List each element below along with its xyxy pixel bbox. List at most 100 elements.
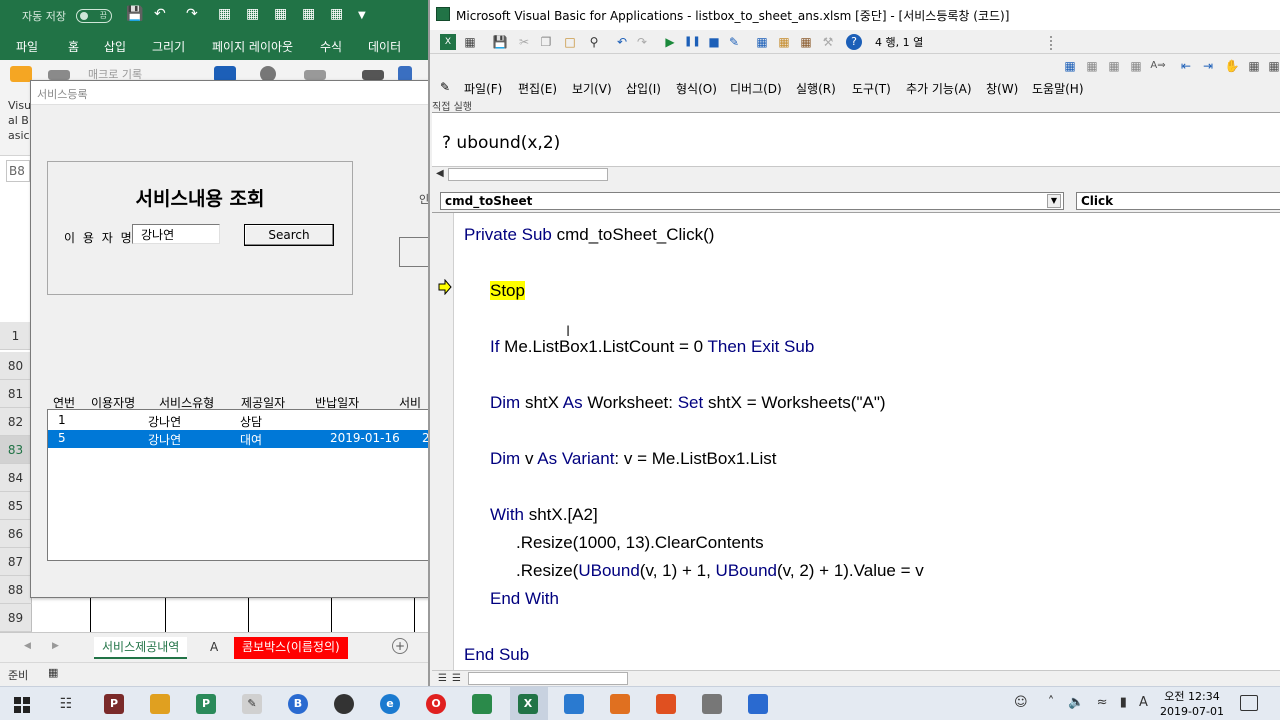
row-header[interactable]: 85	[0, 492, 32, 520]
immediate-scrollbar[interactable]: ◀	[432, 166, 1280, 182]
row-header[interactable]: 82	[0, 408, 32, 436]
app-icon-9[interactable]	[472, 694, 492, 714]
notification-icon[interactable]	[1240, 695, 1258, 711]
obs-icon[interactable]	[334, 694, 354, 714]
cut-icon[interactable]: ✂	[516, 34, 532, 50]
listbox[interactable]: 1 강나연 상담 5 강나연 대여 2019-01-16 2	[47, 409, 431, 561]
menu-debug[interactable]: 디버그(D)	[730, 80, 782, 97]
list-item-selected[interactable]: 5 강나연 대여 2019-01-16 2	[48, 430, 431, 448]
chevron-down-icon[interactable]: ▼	[1047, 194, 1061, 208]
project-explorer-icon[interactable]: ▦	[754, 34, 770, 50]
menu-insert[interactable]: 삽입(I)	[626, 80, 661, 97]
sheet-tab-a[interactable]: A	[202, 637, 226, 659]
break-icon[interactable]: ❚❚	[684, 34, 701, 50]
grid-icon[interactable]: ▦	[274, 6, 287, 22]
code-window[interactable]: Private Sub cmd_toSheet_Click() Stop If …	[432, 212, 1280, 670]
run-icon[interactable]: ▶	[662, 34, 678, 50]
object-browser-icon[interactable]: ▦	[798, 34, 814, 50]
ime-indicator[interactable]: A	[1139, 695, 1148, 710]
volume-icon[interactable]: 🔈	[1068, 695, 1084, 710]
vscode-icon[interactable]	[748, 694, 768, 714]
sheet-tab-combobox[interactable]: 콤보박스(이름정의)	[234, 637, 348, 659]
wifi-icon[interactable]: ≈	[1097, 695, 1108, 710]
undo-icon[interactable]: ↶	[154, 6, 166, 22]
row-header[interactable]: 1	[0, 322, 32, 350]
menu-tools[interactable]: 도구(T)	[852, 80, 891, 97]
code-line-current[interactable]: Stop	[490, 281, 525, 301]
indent-icon[interactable]: ⇤	[1178, 58, 1194, 74]
app-icon-14[interactable]	[702, 694, 722, 714]
menu-file[interactable]: 파일(F)	[464, 80, 502, 97]
user-name-input[interactable]	[132, 224, 220, 244]
menu-edit[interactable]: 편집(E)	[518, 80, 557, 97]
save-icon[interactable]: 💾	[492, 34, 508, 50]
menu-window[interactable]: 창(W)	[986, 80, 1018, 97]
sheet-tab-service[interactable]: 서비스제공내역	[94, 637, 188, 659]
reset-icon[interactable]: ■	[706, 34, 722, 50]
list-properties-icon[interactable]: ▦	[1062, 58, 1078, 74]
task-view-icon[interactable]: ☷	[56, 694, 76, 714]
row-header[interactable]: 88	[0, 576, 32, 604]
table-icon[interactable]: ▦	[246, 6, 259, 22]
ribbon-tab-formulas[interactable]: 수식	[320, 38, 342, 55]
vba-doc-icon[interactable]: ✎	[440, 80, 450, 94]
row-header[interactable]: 89	[0, 604, 32, 632]
add-sheet-icon[interactable]: +	[392, 638, 408, 654]
full-module-view-icon[interactable]: ☰	[452, 673, 461, 684]
list-constants-icon[interactable]: ▦	[1084, 58, 1100, 74]
row-header[interactable]: 86	[0, 520, 32, 548]
code-window-scrollbar[interactable]: ☰ ☰	[432, 670, 1280, 686]
partial-button-2[interactable]	[399, 237, 431, 267]
row-header[interactable]: 87	[0, 548, 32, 576]
help-icon[interactable]: ?	[846, 34, 862, 50]
redo-icon[interactable]: ↷	[186, 6, 198, 22]
battery-icon[interactable]: ▮	[1120, 695, 1127, 710]
partial-button-1[interactable]: 인	[391, 189, 431, 211]
design-mode-icon[interactable]: ✎	[726, 34, 742, 50]
paste-icon[interactable]: □	[562, 34, 578, 50]
app-icon-1[interactable]: P	[104, 694, 124, 714]
object-dropdown[interactable]: cmd_toSheet ▼	[440, 192, 1064, 210]
row-header[interactable]: 80	[0, 352, 32, 380]
macros-icon[interactable]	[48, 70, 70, 80]
menu-format[interactable]: 형식(O)	[676, 80, 717, 97]
opera-icon[interactable]: O	[426, 694, 446, 714]
code-line[interactable]: With shtX.[A2]	[490, 505, 598, 525]
visual-basic-icon[interactable]	[10, 66, 32, 82]
app-icon-3[interactable]: P	[196, 694, 216, 714]
toolbox-icon[interactable]: ⚒	[820, 34, 836, 50]
save-icon[interactable]: 💾	[126, 6, 143, 22]
notepad-icon[interactable]: ✎	[242, 694, 262, 714]
quick-info-icon[interactable]: ▦	[1106, 58, 1122, 74]
insert-userform-icon[interactable]: ▦	[462, 34, 478, 50]
form-icon[interactable]: ▦	[218, 6, 231, 22]
toggle-breakpoint-icon[interactable]: ✋	[1224, 58, 1240, 74]
code-line[interactable]: Private Sub cmd_toSheet_Click()	[464, 225, 714, 245]
outdent-icon[interactable]: ⇥	[1200, 58, 1216, 74]
toolbox-icon[interactable]	[362, 70, 384, 80]
find-icon[interactable]: ⚲	[586, 34, 602, 50]
row-header[interactable]: 84	[0, 464, 32, 492]
parameter-info-icon[interactable]: ▦	[1128, 58, 1144, 74]
customize-qat-icon[interactable]: ▼	[358, 10, 366, 21]
ribbon-tab-draw[interactable]: 그리기	[152, 38, 185, 55]
brave-icon[interactable]	[656, 694, 676, 714]
redo-icon[interactable]: ↷	[634, 34, 650, 50]
ribbon-tab-page-layout[interactable]: 페이지 레이아웃	[212, 38, 293, 55]
sheet-prev-icon[interactable]: ◀	[24, 641, 31, 651]
app-icon-5[interactable]: B	[288, 694, 308, 714]
view-excel-icon[interactable]: X	[440, 34, 456, 50]
chevron-up-icon[interactable]: ˄	[1048, 695, 1055, 710]
ribbon-tab-file[interactable]: 파일	[16, 38, 38, 55]
search-button[interactable]: Search	[244, 224, 334, 246]
ribbon-tab-insert[interactable]: 삽입	[104, 38, 126, 55]
name-box[interactable]: B8	[6, 160, 30, 182]
code-line[interactable]: .Resize(1000, 13).ClearContents	[516, 533, 764, 553]
menu-addins[interactable]: 추가 기능(A)	[906, 80, 972, 97]
menu-run[interactable]: 실행(R)	[796, 80, 836, 97]
file-explorer-icon[interactable]	[150, 694, 170, 714]
code-line[interactable]: If Me.ListBox1.ListCount = 0 Then Exit S…	[490, 337, 814, 357]
sheet-next-icon[interactable]: ▶	[52, 641, 59, 651]
immediate-window[interactable]: ? ubound(x,2)	[432, 112, 1280, 166]
uncomment-block-icon[interactable]: ▦	[1266, 58, 1280, 74]
